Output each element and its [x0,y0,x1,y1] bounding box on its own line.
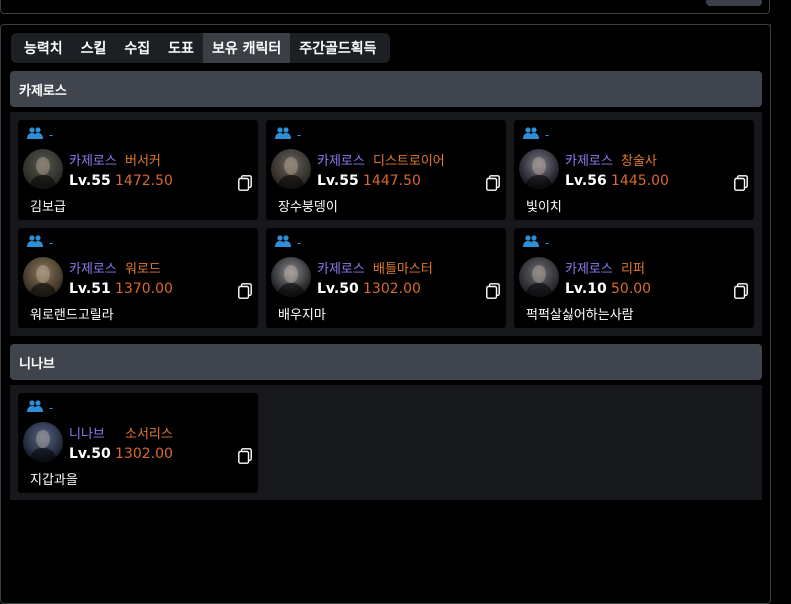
class-name: 창술사 [621,154,657,169]
character-name[interactable]: 지갑과을 [30,469,78,488]
server-name: 카제로스 [317,262,365,277]
item-level: 1302.00 [115,446,173,462]
character-level: Lv.55 [69,173,111,189]
party-label: - [49,400,54,415]
item-level: 1472.50 [115,173,173,189]
character-level: Lv.50 [317,281,359,297]
avatar [23,149,63,189]
party-indicator: - [27,235,53,250]
item-level: 1445.00 [611,173,669,189]
server-name: 카제로스 [317,154,365,169]
party-label: - [297,235,302,250]
character-card[interactable]: - 니나브 소서리스 Lv.50 1302.00 지갑과을 [18,393,258,493]
copy-icon[interactable] [238,175,252,191]
avatar [271,257,311,297]
tab-stats[interactable]: 능력치 [15,33,72,63]
class-name: 워로드 [125,262,161,277]
avatar [23,422,63,462]
character-level: Lv.10 [565,281,607,297]
party-indicator: - [27,127,53,142]
copy-icon[interactable] [486,175,500,191]
item-level: 1447.50 [363,173,421,189]
person-pair-icon [27,400,43,415]
character-name[interactable]: 김보급 [30,196,66,215]
panel-border [770,24,771,594]
class-name: 리퍼 [621,262,645,277]
class-name: 디스트로이어 [373,154,445,169]
top-frame [0,0,770,14]
character-level: Lv.51 [69,281,111,297]
copy-icon[interactable] [486,283,500,299]
person-pair-icon [275,127,291,142]
character-level: Lv.50 [69,446,111,462]
tab-skills[interactable]: 스킬 [72,33,116,63]
tab-weekly-gold[interactable]: 주간골드획득 [290,33,385,63]
section-header-ninav[interactable]: 니나브 [10,344,762,380]
character-card[interactable]: - 카제로스 리퍼 Lv.10 50.00 퍽퍽살싫어하는사람 [514,228,754,328]
server-name: 카제로스 [565,154,613,169]
server-name: 카제로스 [565,262,613,277]
item-level: 50.00 [611,281,652,297]
character-name[interactable]: 퍽퍽살싫어하는사람 [526,304,634,323]
person-pair-icon [523,127,539,142]
person-pair-icon [523,235,539,250]
top-button[interactable] [706,0,762,6]
party-label: - [49,127,54,142]
party-indicator: - [523,235,549,250]
character-card[interactable]: - 카제로스 버서커 Lv.55 1472.50 김보급 [18,120,258,220]
party-indicator: - [275,127,301,142]
character-level: Lv.56 [565,173,607,189]
avatar [23,257,63,297]
tab-owned-characters[interactable]: 보유 캐릭터 [202,33,291,63]
character-name[interactable]: 빛이치 [526,196,562,215]
character-name[interactable]: 장수붕뎅이 [278,196,338,215]
copy-icon[interactable] [734,283,748,299]
server-name: 니나브 [69,427,105,442]
party-indicator: - [523,127,549,142]
character-card[interactable]: - 카제로스 디스트로이어 Lv.55 1447.50 장수붕뎅이 [266,120,506,220]
character-card[interactable]: - 카제로스 배틀마스터 Lv.50 1302.00 배우지마 [266,228,506,328]
party-label: - [297,127,302,142]
item-level: 1370.00 [115,281,173,297]
party-indicator: - [275,235,301,250]
copy-icon[interactable] [238,448,252,464]
party-indicator: - [27,400,53,415]
class-name: 버서커 [125,154,161,169]
person-pair-icon [275,235,291,250]
party-label: - [545,235,550,250]
avatar [519,149,559,189]
party-label: - [545,127,550,142]
server-name: 카제로스 [69,154,117,169]
tab-charts[interactable]: 도표 [159,33,203,63]
copy-icon[interactable] [734,175,748,191]
server-name: 카제로스 [69,262,117,277]
class-name: 소서리스 [125,427,173,442]
tab-collection[interactable]: 수집 [115,33,159,63]
party-label: - [49,235,54,250]
item-level: 1302.00 [363,281,421,297]
person-pair-icon [27,235,43,250]
character-card[interactable]: - 카제로스 워로드 Lv.51 1370.00 워로랜드고릴라 [18,228,258,328]
tab-bar: 능력치 스킬 수집 도표 보유 캐릭터 주간골드획득 [11,33,390,63]
class-name: 배틀마스터 [373,262,433,277]
character-card[interactable]: - 카제로스 창술사 Lv.56 1445.00 빛이치 [514,120,754,220]
copy-icon[interactable] [238,283,252,299]
character-name[interactable]: 워로랜드고릴라 [30,304,114,323]
section-header-kazeros[interactable]: 카제로스 [10,71,762,107]
avatar [519,257,559,297]
avatar [271,149,311,189]
character-name[interactable]: 배우지마 [278,304,326,323]
character-level: Lv.55 [317,173,359,189]
person-pair-icon [27,127,43,142]
